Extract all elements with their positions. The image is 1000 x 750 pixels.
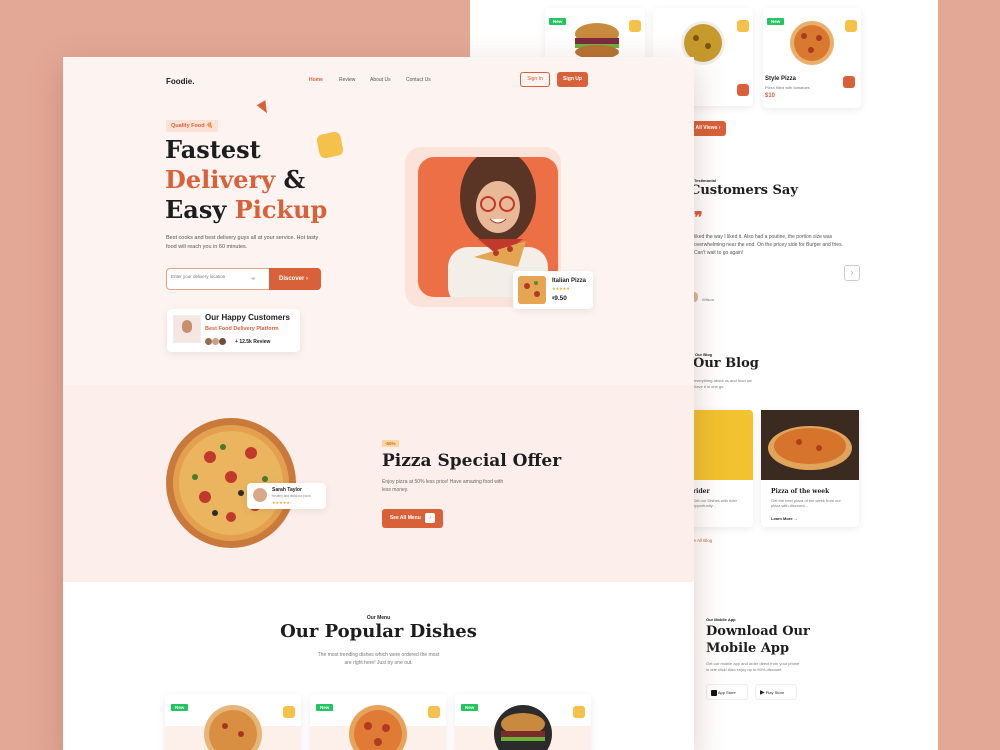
- blog-card-1[interactable]: rider Get our Dishes with rider opportun…: [685, 410, 753, 527]
- nav-review[interactable]: Review: [339, 77, 355, 83]
- arrow-right-icon: ›: [306, 276, 309, 282]
- menu-desc-line-1: The most trending dishes which were orde…: [317, 652, 440, 658]
- new-tag: New: [767, 18, 785, 25]
- offer-section: [63, 385, 694, 582]
- back-dish-card-3[interactable]: New Style Pizza Pizza filled with tomato…: [763, 8, 861, 108]
- hero-description: Best cooks and best delivery guys all at…: [166, 235, 319, 250]
- reviewer-card: Sarah Taylor Healthy and delicious pizza…: [247, 483, 326, 509]
- cart-icon[interactable]: [737, 84, 749, 96]
- happy-customers-card: Our Happy Customers Best Food Delivery P…: [167, 309, 300, 352]
- heart-icon[interactable]: [629, 20, 641, 32]
- reviewer-text: Healthy and delicious pizza: [272, 494, 311, 498]
- blog-image-2: [761, 410, 859, 480]
- blog-post-text: Get the best pizza of the week from our …: [771, 498, 841, 508]
- review-count: + 12.5k Review: [235, 339, 271, 345]
- apple-icon: [711, 689, 717, 696]
- quote-icon: ❞: [694, 210, 703, 227]
- discover-button[interactable]: Discover ›: [269, 268, 321, 290]
- cart-icon[interactable]: [843, 76, 855, 88]
- offer-title: Pizza Special Offer: [382, 451, 562, 471]
- new-tag: New: [461, 704, 479, 711]
- learn-more-link[interactable]: Learn More →: [771, 516, 798, 521]
- arrow-right-icon: ›: [425, 513, 436, 523]
- star-rating: ★★★★★: [552, 286, 570, 291]
- play-icon: ▶: [760, 690, 765, 696]
- location-input[interactable]: [171, 274, 249, 279]
- sign-in-button[interactable]: Sign In: [520, 72, 550, 87]
- menu-desc-line-2: are right here! Just try one out.: [344, 660, 413, 666]
- heart-icon[interactable]: [737, 20, 749, 32]
- front-page: Foodie. Home Review About Us Contact Us …: [63, 57, 694, 750]
- happy-customers-sub: Best Food Delivery Platform: [205, 326, 279, 332]
- see-all-menu-button[interactable]: See All Menu ›: [382, 509, 443, 528]
- italian-pizza-card[interactable]: Italian Pizza ★★★★★ $9.50: [513, 271, 593, 309]
- discount-badge: -50%: [382, 440, 399, 447]
- reviewer-name: Sarah Taylor: [272, 487, 302, 493]
- blog-image-1: [685, 410, 753, 480]
- heart-icon[interactable]: [573, 706, 585, 718]
- reviewer-avatar: [253, 488, 267, 502]
- pasta-pizza-image: [204, 705, 262, 750]
- dish-desc: Pizza filled with tomatoes: [765, 85, 810, 90]
- app-title-line-2: Mobile App: [706, 641, 790, 656]
- burger-image: [575, 23, 619, 59]
- sign-up-button[interactable]: Sign Up: [557, 72, 588, 87]
- reviewer-stars: ★★★★★: [272, 500, 290, 505]
- heart-icon[interactable]: [845, 20, 857, 32]
- customer-face-icon: [182, 320, 192, 333]
- blog-post-title: Pizza of the week: [771, 488, 830, 495]
- nav-home[interactable]: Home: [309, 77, 323, 83]
- italian-pizza-name: Italian Pizza: [552, 278, 587, 284]
- nav-contact[interactable]: Contact Us: [406, 77, 431, 83]
- new-tag: New: [549, 18, 567, 25]
- menu-title: Our Popular Dishes: [280, 621, 477, 642]
- dish-price: $10: [765, 93, 776, 99]
- mini-avatars: [205, 338, 229, 345]
- next-arrow-button[interactable]: ›: [844, 265, 860, 281]
- burger-image: [494, 705, 552, 750]
- location-icon: ⌖: [251, 274, 256, 283]
- hero-title-line-2: Delivery &: [165, 165, 306, 194]
- pizza-image: [790, 21, 834, 65]
- blog-post-title: rider: [693, 488, 710, 495]
- italian-pizza-price: $9.50: [552, 295, 567, 302]
- nav-about[interactable]: About Us: [370, 77, 391, 83]
- app-store-button[interactable]: App Store: [706, 684, 748, 700]
- testimonial-text: liked the way I liked it. Also had a pou…: [694, 234, 843, 256]
- logo[interactable]: Foodie.: [166, 77, 194, 86]
- new-tag: New: [171, 704, 189, 711]
- app-label: Our Mobile App: [706, 617, 736, 622]
- pepperoni-pizza-image: [349, 705, 407, 750]
- italian-pizza-thumb: [518, 276, 546, 304]
- blog-title: Our Blog: [693, 356, 759, 371]
- quality-food-badge: Quality Food 🍕: [166, 120, 219, 132]
- view-all-button[interactable]: All Views ›: [690, 121, 726, 136]
- blog-card-2[interactable]: Pizza of the week Get the best pizza of …: [761, 410, 859, 527]
- app-desc: Get our mobile app and order direct from…: [706, 661, 800, 672]
- food-sticker-icon: [315, 130, 345, 160]
- pizza-icon: 🍕: [206, 123, 214, 129]
- heart-icon[interactable]: [283, 706, 295, 718]
- dish-card-3[interactable]: New: [455, 694, 591, 750]
- dish-card-2[interactable]: New: [310, 694, 446, 750]
- blog-desc: everything about us and food we have it …: [694, 378, 752, 389]
- dish-card-1[interactable]: New: [165, 694, 301, 750]
- testimonial-title: Customers Say: [690, 183, 798, 198]
- new-tag: New: [316, 704, 334, 711]
- heart-icon[interactable]: [428, 706, 440, 718]
- app-title-line-1: Download Our: [706, 624, 810, 639]
- offer-description: Enjoy pizza at 50% less price! Have amaz…: [382, 479, 504, 493]
- dish-name: Style Pizza: [765, 76, 797, 82]
- location-search: ⌖ Discover ›: [166, 268, 321, 290]
- play-store-button[interactable]: ▶ Play Store: [755, 684, 797, 700]
- testimonial-name: Wilson: [702, 297, 715, 302]
- hero-section: [63, 57, 694, 385]
- hero-title-line-1: Fastest: [165, 135, 261, 164]
- happy-customers-title: Our Happy Customers: [205, 313, 290, 322]
- hero-title-line-3: Easy Pickup: [165, 195, 328, 224]
- blog-post-text: Get our Dishes with rider opportunity...: [693, 498, 738, 508]
